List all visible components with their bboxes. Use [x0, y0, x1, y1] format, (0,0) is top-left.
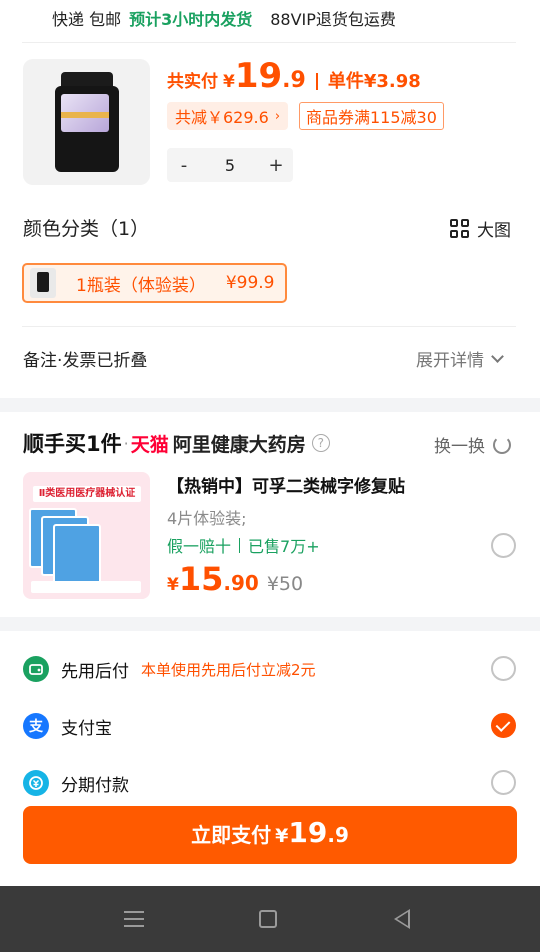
- actual-pay-label: 共实付: [167, 72, 218, 92]
- unit-price: 单件¥3.98: [327, 71, 421, 92]
- divider: [22, 42, 516, 43]
- swap-label: 换一换: [434, 437, 485, 457]
- pay-now-label: 立即支付: [191, 823, 272, 847]
- tmall-logo: 天猫: [130, 433, 169, 456]
- swap-button[interactable]: 换一换: [434, 432, 511, 457]
- remark-invoice-label: 备注·发票已折叠: [23, 351, 148, 371]
- bundle-header: 顺手买1件 · 天猫 阿里健康大药房 ?: [23, 428, 330, 458]
- shipping-info: 快递 包邮 预计3小时内发货 88VIP退货包运费: [52, 4, 396, 32]
- home-icon[interactable]: [259, 910, 277, 928]
- badge-separator: [239, 537, 241, 553]
- rec-price-currency: ¥: [167, 575, 179, 595]
- price-integer: 19: [234, 56, 283, 96]
- price-currency: ¥: [223, 72, 235, 92]
- actual-price-line: 共实付 ¥ 19 .9 单件¥3.98: [167, 56, 421, 106]
- variant-thumbnail: [30, 268, 56, 298]
- image-footer-band: [31, 581, 141, 593]
- recommended-product-price: ¥ 15 .90 ¥50: [167, 560, 303, 598]
- recommended-product-badges: 假一赔十 已售7万+: [167, 533, 320, 557]
- chevron-down-icon: [491, 349, 504, 363]
- price-separator: [315, 72, 318, 90]
- refresh-icon: [493, 435, 511, 454]
- big-picture-button[interactable]: 大图: [450, 216, 511, 241]
- pay-currency: ¥: [275, 825, 289, 847]
- system-navigation-bar: [0, 886, 540, 952]
- alipay-icon: 支: [23, 713, 49, 739]
- recommended-product-image[interactable]: Ⅱ类医用医疗器械认证: [23, 472, 150, 599]
- image-certification-band: Ⅱ类医用医疗器械认证: [33, 486, 141, 502]
- store-name: 阿里健康大药房: [172, 433, 306, 456]
- section-gap: [0, 617, 540, 631]
- rec-original-price: ¥50: [266, 573, 304, 595]
- quantity-stepper: - 5 +: [167, 148, 293, 182]
- pay-later-radio[interactable]: [491, 656, 516, 681]
- shipping-label: 快递 包邮: [52, 10, 122, 29]
- payment-option-installment[interactable]: 分期付款: [23, 769, 129, 797]
- grid-icon: [450, 218, 470, 239]
- wallet-icon: [23, 656, 49, 682]
- installment-icon: [23, 770, 49, 796]
- payment-option-alipay[interactable]: 支 支付宝: [23, 712, 112, 740]
- guarantee-badge: 假一赔十: [167, 537, 232, 556]
- pay-price-decimal: .9: [327, 823, 349, 847]
- payment-option-pay-later[interactable]: 先用后付 本单使用先用后付立减2元: [23, 655, 316, 683]
- chevron-right-icon: ›: [274, 108, 281, 124]
- variant-option-selected[interactable]: 1瓶装（体验装） ¥99.9: [22, 263, 287, 303]
- supplement-bottle-image: [53, 72, 121, 172]
- alipay-radio-checked[interactable]: [491, 713, 516, 738]
- pay-now-button[interactable]: 立即支付 ¥ 19 .9: [23, 806, 517, 864]
- variant-section-title: 颜色分类（1）: [23, 218, 150, 240]
- pay-price-integer: 19: [288, 816, 328, 849]
- separator-dot: ·: [123, 433, 129, 453]
- big-picture-label: 大图: [477, 221, 511, 241]
- rec-price-integer: 15: [178, 560, 224, 598]
- variant-price: ¥99.9: [225, 273, 275, 293]
- expand-details-button[interactable]: 展开详情: [416, 346, 504, 371]
- divider: [22, 326, 516, 327]
- payment-name: 分期付款: [61, 775, 129, 796]
- total-discount-tag[interactable]: 共减￥629.6 ›: [167, 102, 289, 130]
- patch-pack-image: [53, 524, 101, 584]
- vip-return-note: 88VIP退货包运费: [270, 10, 396, 29]
- installment-radio[interactable]: [491, 770, 516, 795]
- bundle-title: 顺手买1件: [23, 432, 122, 456]
- dispatch-time: 预计3小时内发货: [129, 10, 253, 29]
- payment-name: 先用后付: [61, 661, 129, 682]
- coupon-text: 商品券满115减30: [306, 108, 437, 127]
- rec-price-decimal: .90: [223, 571, 259, 595]
- product-image[interactable]: [23, 59, 150, 185]
- variant-name: 1瓶装（体验装）: [76, 275, 206, 296]
- recommended-product-title[interactable]: 【热销中】可孚二类械字修复贴: [167, 472, 405, 497]
- quantity-value[interactable]: 5: [201, 156, 259, 175]
- sold-count: 已售7万+: [248, 537, 320, 556]
- payment-promo: 本单使用先用后付立减2元: [141, 660, 316, 679]
- back-icon[interactable]: [394, 909, 410, 929]
- expand-details-label: 展开详情: [416, 351, 484, 371]
- menu-icon[interactable]: [124, 911, 144, 932]
- increase-quantity-button[interactable]: +: [259, 155, 293, 176]
- section-gap: [0, 398, 540, 412]
- decrease-quantity-button[interactable]: -: [167, 155, 201, 176]
- payment-name: 支付宝: [61, 718, 112, 739]
- bundle-select-radio[interactable]: [491, 533, 516, 558]
- help-icon[interactable]: ?: [311, 434, 330, 452]
- recommended-product-spec: 4片体验装;: [167, 509, 247, 528]
- price-decimal: .9: [282, 68, 306, 93]
- coupon-tag: 商品券满115减30: [299, 102, 444, 130]
- total-discount: 共减￥629.6: [175, 108, 269, 127]
